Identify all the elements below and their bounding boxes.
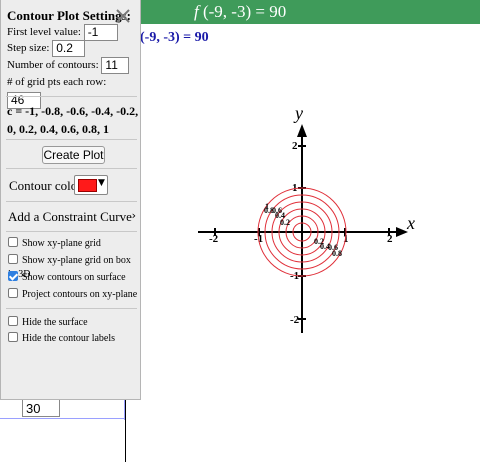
step-size-input[interactable]: [52, 39, 86, 57]
divider: [6, 308, 137, 309]
x-tick-label: 2: [387, 233, 393, 245]
num-contours-row: Number of contours:: [7, 56, 130, 74]
contour-levels-text: c = -1, -0.8, -0.6, -0.4, -0.2, 0, 0.2, …: [7, 104, 139, 136]
create-plot-button[interactable]: Create Plot: [42, 146, 105, 164]
grid-pts-label: # of grid pts each row:: [7, 76, 107, 88]
divider: [6, 168, 137, 169]
checkbox-icon[interactable]: [8, 237, 18, 247]
chevron-right-icon: ›: [131, 209, 136, 222]
checkbox-show-contours-surface[interactable]: Show contours on surface: [8, 271, 126, 285]
divider: [6, 139, 137, 140]
checkbox-show-xy-grid[interactable]: Show xy-plane grid: [8, 237, 101, 251]
contour-label: 0.8: [332, 249, 342, 258]
num-contours-label: Number of contours:: [7, 59, 99, 71]
contour-label: 0.2: [280, 218, 290, 227]
divider: [6, 231, 137, 232]
step-size-row: Step size:: [7, 39, 86, 57]
constraint-label: Add a Constraint Curve: [8, 209, 132, 224]
step-size-label: Step size:: [7, 42, 50, 54]
checkbox-show-xy-grid-box[interactable]: Show xy-plane grid on box in 3D: [8, 254, 140, 280]
divider-line: [0, 418, 125, 419]
function-value-title: f (-9, -3) = 90: [194, 2, 287, 21]
y-tick-label: 2: [292, 140, 298, 152]
checkbox-project-contours[interactable]: Project contours on xy-plane: [8, 288, 137, 302]
graph-border: [125, 396, 126, 462]
checkbox-hide-surface[interactable]: Hide the surface: [8, 316, 88, 330]
x-axis-label: x: [406, 213, 415, 233]
first-level-label: First level value:: [7, 26, 81, 38]
checkbox-icon[interactable]: [8, 288, 18, 298]
x-tick-label: -2: [209, 233, 219, 245]
checkbox-icon[interactable]: [8, 254, 18, 264]
add-constraint-curve[interactable]: Add a Constraint Curve ›: [8, 209, 136, 225]
function-value-readout: (-9, -3) = 90: [140, 30, 209, 45]
title-bar: f (-9, -3) = 90: [126, 0, 480, 24]
checkbox-checked-icon[interactable]: [8, 271, 18, 281]
checkbox-icon[interactable]: [8, 316, 18, 326]
contour-color-picker[interactable]: ▼: [74, 175, 108, 195]
grid-pts-row: # of grid pts each row:: [7, 73, 140, 109]
num-contours-input[interactable]: [101, 56, 130, 74]
checkbox-hide-contour-labels[interactable]: Hide the contour labels: [8, 332, 115, 346]
dropdown-arrow-icon: ▼: [98, 178, 105, 188]
value-input[interactable]: [22, 399, 60, 417]
y-axis-arrow: [297, 124, 307, 137]
divider: [6, 96, 137, 97]
divider: [6, 201, 137, 202]
color-swatch: [78, 179, 97, 192]
checkbox-icon[interactable]: [8, 332, 18, 342]
first-level-input[interactable]: [83, 23, 118, 41]
y-axis-label: y: [293, 103, 303, 123]
contour-settings-panel: Contour Plot Settings: First level value…: [0, 0, 141, 400]
y-tick-label: -2: [290, 314, 300, 326]
panel-title: Contour Plot Settings:: [7, 8, 131, 23]
